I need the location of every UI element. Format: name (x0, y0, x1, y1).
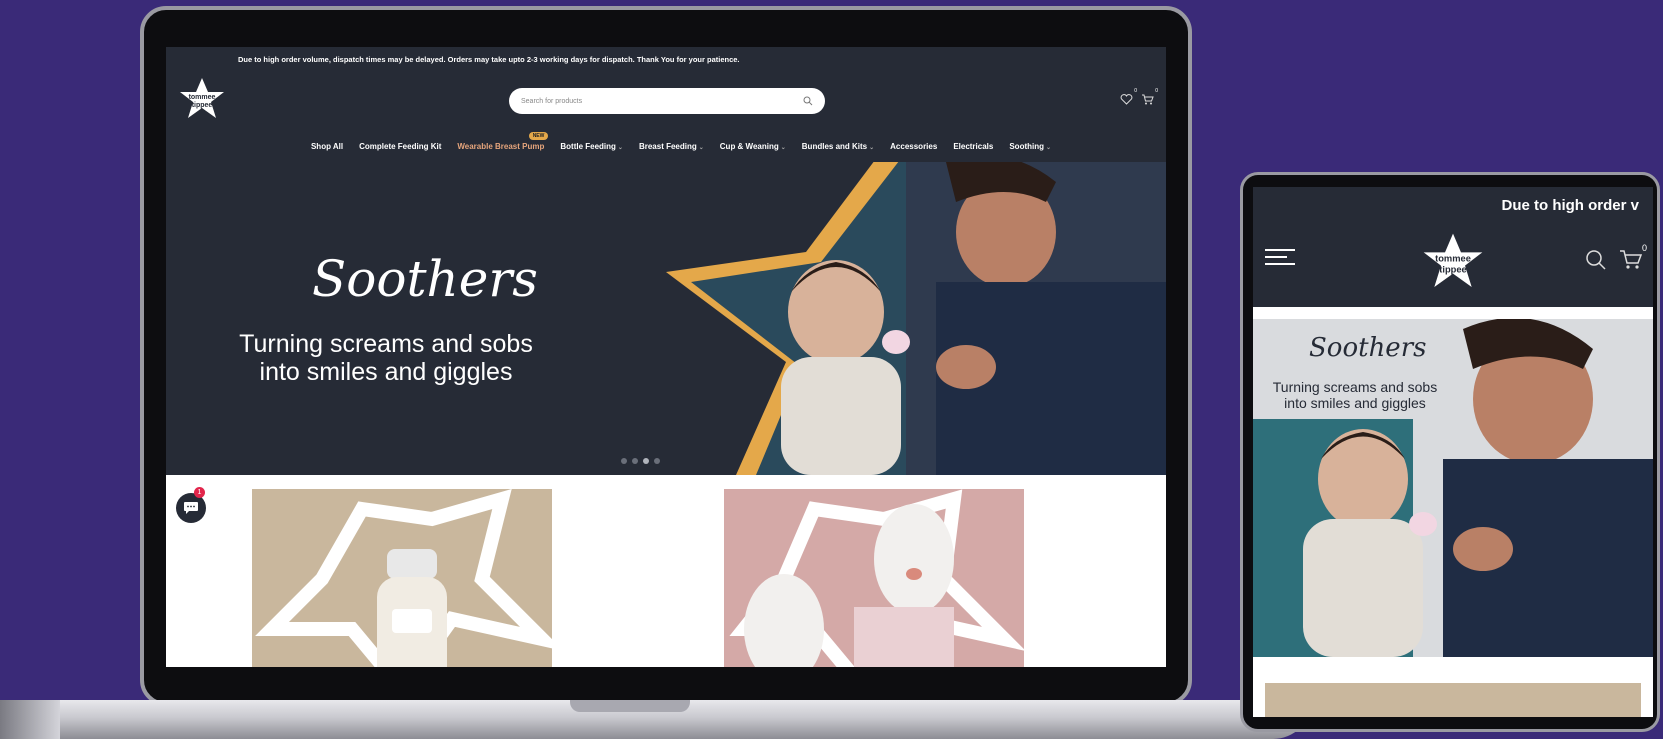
announcement-text: Due to high order volume, dispatch times… (238, 55, 740, 64)
laptop-base-edge (0, 700, 60, 739)
tablet-product-collections (1253, 657, 1653, 717)
tablet-hero-subtitle-line-1: Turning screams and sobs (1272, 379, 1438, 395)
tablet-cart-count: 0 (1641, 243, 1647, 253)
collection-card-bottles[interactable] (252, 489, 552, 667)
tablet-hero-subtitle-line-2: into smiles and giggles (1284, 395, 1426, 411)
new-badge: NEW (528, 131, 549, 140)
tablet-announcement-bar: Due to high order v (1253, 187, 1653, 223)
announcement-bar: Due to high order volume, dispatch times… (166, 47, 1166, 72)
logo-text-top: tommee (1435, 254, 1471, 264)
tablet-hero-title: Soothers (1309, 333, 1427, 363)
chevron-down-icon: ⌄ (780, 144, 786, 151)
chevron-down-icon: ⌄ (698, 144, 704, 151)
tablet-header: tommee tippee 0 (1253, 223, 1653, 307)
tablet-announcement-text: Due to high order v (1501, 196, 1639, 214)
hero-title: Soothers (312, 250, 538, 308)
carousel-dot[interactable] (654, 458, 660, 464)
chevron-down-icon: ⌄ (1046, 144, 1052, 151)
carousel-dot-active[interactable] (643, 458, 649, 464)
search-input[interactable]: Search for products (521, 98, 803, 105)
nav-label: Complete Feeding Kit (359, 141, 442, 151)
bottle-product-image (255, 489, 552, 667)
nav-label: Electricals (953, 141, 994, 151)
tablet-tommee-tippee-logo[interactable]: tommee tippee (1421, 231, 1485, 295)
nav-label: Bottle Feeding (560, 141, 616, 151)
nav-item-cup-weaning[interactable]: Cup & Weaning ⌄ (720, 142, 786, 151)
tablet-header-icons: 0 (1585, 243, 1647, 276)
nav-label: Breast Feeding (638, 141, 697, 151)
cart-button[interactable]: 0 (1141, 88, 1158, 110)
wishlist-count: 0 (1134, 88, 1137, 94)
hero-carousel-dots (621, 458, 660, 464)
tablet-hero-photo (1253, 319, 1653, 657)
laptop-notch (570, 700, 690, 712)
nav-item-electricals[interactable]: Electricals (953, 142, 993, 151)
chevron-down-icon: ⌄ (869, 144, 875, 151)
hero-subtitle-line-1: Turning screams and sobs (239, 330, 533, 358)
laptop-base (0, 700, 1312, 739)
tablet-cart-button[interactable]: 0 (1619, 243, 1647, 276)
product-collections: 1 (166, 475, 1166, 667)
nav-item-bundles-and-kits[interactable]: Bundles and Kits ⌄ (802, 142, 874, 151)
nav-label: Shop All (310, 141, 344, 151)
hamburger-menu-icon[interactable] (1265, 247, 1295, 267)
tablet-hero-banner[interactable]: Soothers Turning screams and sobs into s… (1253, 319, 1653, 657)
heart-icon[interactable] (1120, 94, 1133, 105)
header-icons: 0 0 (1120, 88, 1158, 110)
logo-text-bottom: tippee (192, 102, 213, 109)
cart-icon[interactable] (1619, 249, 1643, 271)
hero-subtitle-line-2: into smiles and giggles (259, 358, 513, 386)
chat-badge: 1 (194, 487, 205, 498)
tablet-header-divider (1253, 307, 1653, 319)
nav-item-breast-feeding[interactable]: Breast Feeding ⌄ (639, 142, 704, 151)
nav-item-bottle-feeding[interactable]: Bottle Feeding ⌄ (560, 142, 623, 151)
cart-count: 0 (1155, 88, 1158, 94)
nav-label: Cup & Weaning (719, 141, 779, 151)
collection-card-breast-pump[interactable] (724, 489, 1024, 667)
nav-item-soothing[interactable]: Soothing ⌄ (1009, 142, 1051, 151)
search-bar[interactable]: Search for products (509, 88, 825, 114)
hero-banner[interactable]: Soothers Turning screams and sobs into s… (166, 162, 1166, 475)
logo-text-bottom: tippee (1439, 264, 1466, 274)
nav-item-shop-all[interactable]: Shop All (311, 142, 343, 151)
breast-pump-product-image (729, 489, 1024, 667)
carousel-dot[interactable] (621, 458, 627, 464)
site-header: tommee tippee Search for products 0 0 (166, 72, 1166, 130)
carousel-dot[interactable] (632, 458, 638, 464)
hero-photo-father-baby (606, 162, 1166, 475)
laptop-screen: Due to high order volume, dispatch times… (166, 47, 1166, 667)
tablet-hero-subtitle: Turning screams and sobs into smiles and… (1255, 379, 1455, 411)
chevron-down-icon: ⌄ (617, 144, 623, 151)
tommee-tippee-logo[interactable]: tommee tippee (178, 76, 226, 124)
tablet-collection-card[interactable] (1265, 683, 1641, 717)
nav-item-accessories[interactable]: Accessories (890, 142, 937, 151)
hero-subtitle: Turning screams and sobs into smiles and… (226, 330, 546, 386)
nav-item-wearable-breast-pump[interactable]: Wearable Breast Pump NEW (457, 131, 549, 151)
nav-label: Accessories (890, 141, 938, 151)
search-icon[interactable] (803, 96, 813, 106)
cart-icon[interactable] (1141, 94, 1154, 105)
search-icon[interactable] (1585, 249, 1607, 271)
logo-text-top: tommee (189, 94, 216, 101)
nav-label: Bundles and Kits (801, 141, 868, 151)
nav-label: Soothing (1009, 141, 1044, 151)
chat-icon[interactable] (183, 501, 199, 515)
nav-item-complete-feeding-kit[interactable]: Complete Feeding Kit (359, 142, 441, 151)
nav-label: Wearable Breast Pump (457, 141, 545, 151)
tablet-screen: Due to high order v tommee tippee 0 Soot… (1253, 187, 1653, 717)
wishlist-button[interactable]: 0 (1120, 88, 1137, 110)
main-nav: Shop All Complete Feeding Kit Wearable B… (166, 130, 1166, 162)
